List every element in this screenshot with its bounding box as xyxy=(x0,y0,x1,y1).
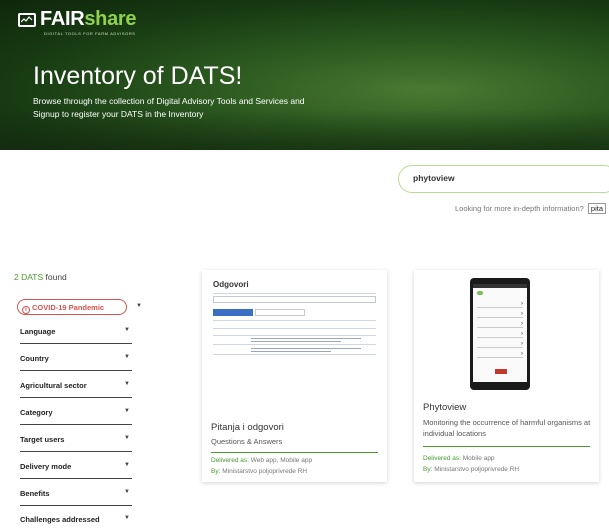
card-divider xyxy=(423,446,590,447)
card-description: Questions & Answers xyxy=(211,437,283,446)
fairshare-logo[interactable]: FAIRshare xyxy=(18,8,137,31)
card-title[interactable]: Phytoview xyxy=(423,402,466,413)
more-info-text: Looking for more in-depth information? xyxy=(455,204,584,213)
card-screenshot: Odgovori xyxy=(211,280,378,358)
chevron-down-icon: ▼ xyxy=(124,381,130,387)
card-title[interactable]: Pitanja i odgovori xyxy=(211,422,284,433)
card-delivered: Delivered as: Web app, Mobile app xyxy=(211,457,313,464)
chevron-down-icon: ▼ xyxy=(124,515,130,521)
card-screenshot-phone: › › › › › › xyxy=(470,278,530,390)
chevron-down-icon: ▼ xyxy=(136,303,142,309)
logo-text: FAIRshare xyxy=(40,8,137,30)
card-by: By: Ministarstvo poljoprivrede RH xyxy=(211,468,308,475)
results-count: 2 DATS found xyxy=(14,272,67,282)
filter-delivery-mode[interactable]: Delivery mode ▼ xyxy=(20,457,132,479)
more-info-row: Looking for more in-depth information? p… xyxy=(455,203,607,214)
logo-chart-icon xyxy=(18,12,36,27)
info-circle-icon: i xyxy=(22,306,30,314)
chevron-down-icon: ▼ xyxy=(124,327,130,333)
chevron-down-icon: ▼ xyxy=(124,489,130,495)
dats-card-pitanja[interactable]: Odgovori Pitanja i odgovori Questions & … xyxy=(202,270,387,482)
page-subtitle: Browse through the collection of Digital… xyxy=(33,96,305,119)
filter-agricultural-sector[interactable]: Agricultural sector ▼ xyxy=(20,376,132,398)
filter-benefits[interactable]: Benefits ▼ xyxy=(20,484,132,506)
chevron-down-icon: ▼ xyxy=(124,354,130,360)
filter-challenges-addressed[interactable]: Challenges addressed ▼ xyxy=(20,510,132,532)
chevron-down-icon: ▼ xyxy=(124,435,130,441)
chevron-down-icon: ▼ xyxy=(124,462,130,468)
search-input[interactable] xyxy=(413,173,603,183)
filter-language[interactable]: Language ▼ xyxy=(20,322,132,344)
filter-target-users[interactable]: Target users ▼ xyxy=(20,430,132,452)
logo-tagline: DIGITAL TOOLS FOR FARM ADVISORS xyxy=(44,31,136,36)
chevron-down-icon: ▼ xyxy=(124,408,130,414)
filter-country[interactable]: Country ▼ xyxy=(20,349,132,371)
page-title: Inventory of DATS! xyxy=(33,62,243,90)
search-box[interactable] xyxy=(398,165,609,193)
filter-covid-19[interactable]: i COVID-19 Pandemic ▼ xyxy=(17,299,142,315)
card-description: Monitoring the occurrence of harmful org… xyxy=(423,418,591,438)
card-divider xyxy=(211,452,378,453)
hero-banner: FAIRshare DIGITAL TOOLS FOR FARM ADVISOR… xyxy=(0,0,609,150)
filter-category[interactable]: Category ▼ xyxy=(20,403,132,425)
card-by: By: Ministarstvo poljoprivrede RH xyxy=(423,466,520,473)
card-delivered: Delivered as: Mobile app xyxy=(423,455,495,462)
more-info-input[interactable]: pita xyxy=(587,203,607,214)
dats-card-phytoview[interactable]: › › › › › › Phytoview Monitoring the occ… xyxy=(414,270,599,482)
